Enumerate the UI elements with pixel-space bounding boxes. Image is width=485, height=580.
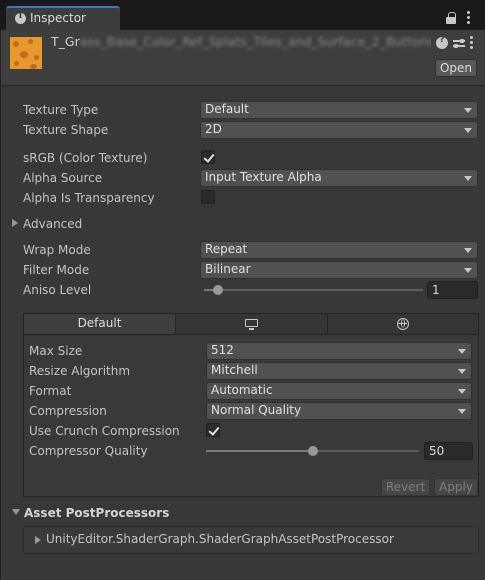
slider-fill <box>206 450 313 452</box>
monitor-icon <box>245 319 258 330</box>
platform-settings: Default Max Size 512 Resize Algorithm Mi… <box>23 313 479 497</box>
asset-name: T_Grass_Base_Color_Ref_Splats_Tiles_and_… <box>51 34 431 52</box>
tab-standalone[interactable] <box>176 314 328 334</box>
chevron-down-icon <box>458 349 466 354</box>
texture-type-value: Default <box>205 102 249 116</box>
inspector-panel: T_Grass_Base_Color_Ref_Splats_Tiles_and_… <box>0 30 485 580</box>
asset-header: T_Grass_Base_Color_Ref_Splats_Tiles_and_… <box>1 30 484 86</box>
asset-name-visible: T_Gr <box>51 34 80 49</box>
tab-default-label: Default <box>77 316 122 330</box>
srgb-label: sRGB (Color Texture) <box>23 151 148 165</box>
alpha-transparency-checkbox[interactable] <box>201 190 215 204</box>
chevron-down-icon <box>464 176 472 181</box>
texture-shape-label: Texture Shape <box>23 123 109 137</box>
texture-shape-value: 2D <box>205 122 222 136</box>
aniso-level-label: Aniso Level <box>23 283 92 297</box>
window-menu-icon[interactable] <box>466 11 470 25</box>
format-label: Format <box>29 384 72 398</box>
tab-bar: Inspector <box>0 0 485 30</box>
aniso-level-slider[interactable] <box>204 285 423 295</box>
advanced-foldout-label[interactable]: Advanced <box>23 217 82 231</box>
chevron-down-icon <box>458 409 466 414</box>
tab-webgl[interactable] <box>328 314 478 334</box>
component-menu-icon[interactable] <box>469 36 473 50</box>
foldout-right-icon[interactable] <box>35 536 41 544</box>
asset-name-obscured: ass_Base_Color_Ref_Splats_Tiles_and_Surf… <box>79 34 431 49</box>
chevron-down-icon <box>464 108 472 113</box>
tab-inspector[interactable]: Inspector <box>6 6 120 30</box>
alpha-source-dropdown[interactable]: Input Texture Alpha <box>200 169 478 187</box>
chevron-down-icon <box>464 248 472 253</box>
compression-value: Normal Quality <box>211 403 302 417</box>
resize-algorithm-label: Resize Algorithm <box>29 364 131 378</box>
compressor-quality-label: Compressor Quality <box>29 444 148 458</box>
help-icon[interactable] <box>436 35 448 49</box>
filter-mode-value: Bilinear <box>205 262 251 276</box>
postprocessors-title[interactable]: Asset PostProcessors <box>24 506 169 520</box>
chevron-down-icon <box>458 369 466 374</box>
foldout-right-icon[interactable] <box>12 219 18 227</box>
srgb-checkbox[interactable] <box>201 150 215 164</box>
resize-algorithm-value: Mitchell <box>211 363 258 377</box>
alpha-transparency-label: Alpha Is Transparency <box>23 191 155 205</box>
texture-thumbnail <box>10 37 42 69</box>
aniso-level-field[interactable]: 1 <box>427 281 478 299</box>
filter-mode-dropdown[interactable]: Bilinear <box>200 261 478 279</box>
compressor-quality-field[interactable]: 50 <box>424 442 473 460</box>
resize-algorithm-dropdown[interactable]: Mitchell <box>206 362 472 380</box>
texture-type-dropdown[interactable]: Default <box>200 101 478 119</box>
platform-tabs: Default <box>24 314 478 335</box>
crunch-compression-label: Use Crunch Compression <box>29 424 180 438</box>
globe-icon <box>397 318 409 330</box>
compressor-quality-slider[interactable] <box>206 446 419 456</box>
slider-thumb[interactable] <box>212 285 223 295</box>
format-value: Automatic <box>211 383 273 397</box>
filter-mode-label: Filter Mode <box>23 263 90 277</box>
chevron-down-icon <box>464 268 472 273</box>
slider-thumb[interactable] <box>307 446 318 456</box>
texture-shape-dropdown[interactable]: 2D <box>200 121 478 139</box>
compression-label: Compression <box>29 404 107 418</box>
texture-type-label: Texture Type <box>23 103 99 117</box>
info-icon <box>15 11 26 24</box>
chevron-down-icon <box>458 389 466 394</box>
postprocessor-item[interactable]: UnityEditor.ShaderGraph.ShaderGraphAsset… <box>46 532 394 546</box>
wrap-mode-dropdown[interactable]: Repeat <box>200 241 478 259</box>
presets-icon[interactable] <box>453 37 465 49</box>
wrap-mode-value: Repeat <box>205 242 248 256</box>
wrap-mode-label: Wrap Mode <box>23 243 91 257</box>
max-size-label: Max Size <box>29 344 83 358</box>
postprocessor-list: UnityEditor.ShaderGraph.ShaderGraphAsset… <box>23 526 479 554</box>
format-dropdown[interactable]: Automatic <box>206 382 472 400</box>
chevron-down-icon <box>464 128 472 133</box>
foldout-down-icon[interactable] <box>12 509 20 515</box>
apply-button[interactable]: Apply <box>434 478 478 496</box>
alpha-source-label: Alpha Source <box>23 171 103 185</box>
open-button[interactable]: Open <box>435 59 477 77</box>
tab-inspector-label: Inspector <box>30 11 86 25</box>
lock-icon[interactable] <box>446 12 456 24</box>
max-size-dropdown[interactable]: 512 <box>206 342 472 360</box>
revert-button[interactable]: Revert <box>381 478 430 496</box>
alpha-source-value: Input Texture Alpha <box>205 170 322 184</box>
tab-default[interactable]: Default <box>24 314 176 334</box>
crunch-compression-checkbox[interactable] <box>206 423 220 437</box>
compression-dropdown[interactable]: Normal Quality <box>206 402 472 420</box>
max-size-value: 512 <box>211 343 234 357</box>
